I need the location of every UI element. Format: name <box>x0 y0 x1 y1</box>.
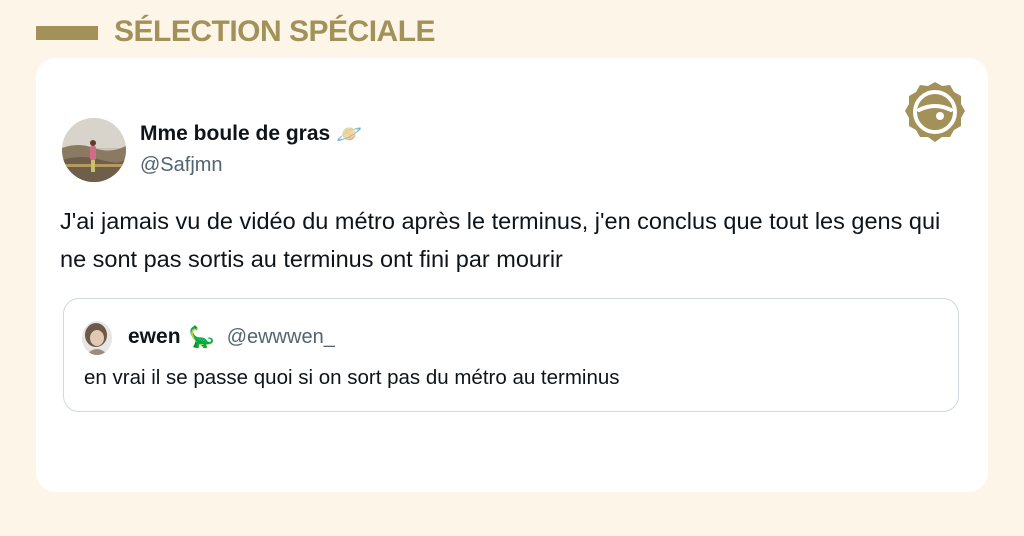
user-handle[interactable]: @Safjmn <box>140 152 223 178</box>
quote-user-handle[interactable]: @ewwwen_ <box>227 323 335 351</box>
section-title: SÉLECTION SPÉCIALE <box>114 15 436 48</box>
quote-text: en vrai il se passe quoi si on sort pas … <box>84 366 620 389</box>
planet-icon: 🪐 <box>336 122 363 146</box>
user-avatar[interactable] <box>62 118 126 182</box>
display-name-text: Mme boule de gras <box>140 122 331 145</box>
brand-logo-icon <box>902 80 968 146</box>
quote-user-avatar[interactable] <box>82 321 112 355</box>
tweet-card: Mme boule de gras 🪐 @Safjmn J'ai jamais … <box>36 58 988 492</box>
tweet-text: J'ai jamais vu de vidéo du métro après l… <box>60 208 941 272</box>
quote-header: ewen 🦕 @ewwwen_ <box>128 323 335 351</box>
quoted-tweet[interactable]: ewen 🦕 @ewwwen_ en vrai il se passe quoi… <box>63 298 959 412</box>
quote-display-name[interactable]: ewen <box>128 323 181 351</box>
section-header-bar <box>36 26 98 40</box>
display-name[interactable]: Mme boule de gras 🪐 <box>140 120 362 148</box>
dinosaur-icon: 🦕 <box>188 325 215 349</box>
